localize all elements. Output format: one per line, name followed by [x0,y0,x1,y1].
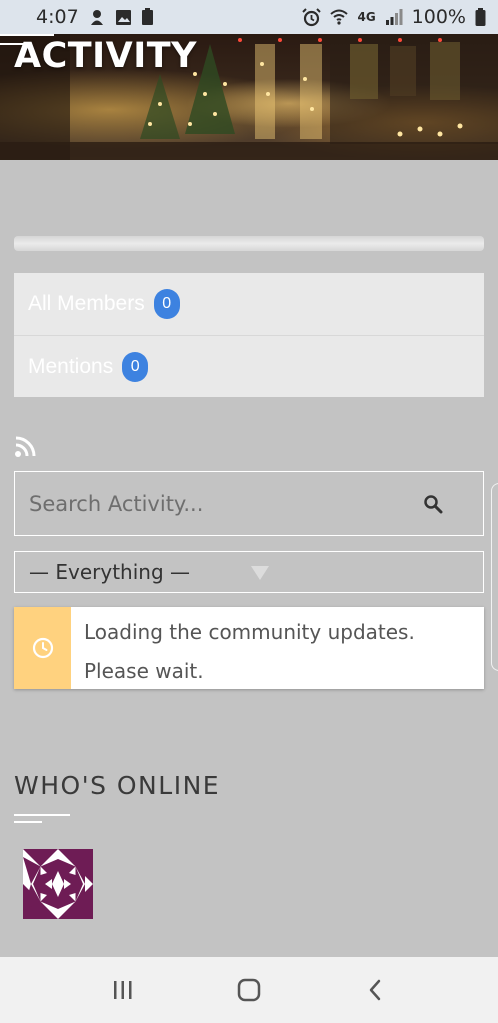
tab-label: Mentions [28,354,114,378]
chevron-down-icon [251,566,269,580]
count-badge: 0 [153,289,180,319]
filter-selected-value: — Everything — [29,560,190,584]
search-box [14,471,484,536]
title-underline [0,34,54,45]
status-left: 4:07 [36,6,154,28]
clock-icon [32,637,53,659]
avatar[interactable] [23,849,93,919]
notice-accent [14,607,71,689]
scrollbar-handle[interactable] [491,483,498,671]
notice-line-1: Loading the community updates. [84,620,415,644]
back-chevron-icon [369,979,381,1001]
status-right: 4G 100% [302,6,486,28]
notification-icon [88,8,106,26]
search-icon [424,494,443,513]
section-underline [14,814,70,823]
wifi-icon [330,8,349,26]
search-input[interactable] [29,491,419,516]
tab-mentions[interactable]: Mentions 0 [14,335,484,397]
battery-percent: 100% [411,6,466,28]
tab-all-members[interactable]: All Members 0 [14,273,484,335]
notice-text: Loading the community updates. Please wa… [71,607,415,689]
search-button[interactable] [419,490,447,518]
back-button[interactable] [345,965,405,1015]
battery-icon [475,8,486,26]
whos-online-title: WHO'S ONLINE [14,771,221,800]
network-type: 4G [357,10,376,24]
image-icon [115,9,132,26]
count-badge: 0 [122,351,149,382]
loading-notice: Loading the community updates. Please wa… [14,607,484,689]
tab-label: All Members [28,292,145,315]
activity-filter-select[interactable]: — Everything — [14,551,484,593]
system-nav-bar [0,957,498,1023]
status-bar: 4:07 4G 100% [0,0,498,34]
recent-apps-button[interactable] [93,965,153,1015]
identicon-avatar-image [23,849,93,919]
home-button[interactable] [219,965,279,1015]
home-icon [237,978,261,1002]
signal-icon [385,9,403,25]
alarm-icon [302,7,322,27]
notice-line-2: Please wait. [84,659,204,683]
hero-banner: ACTIVITY [0,34,498,160]
battery-saver-icon [141,8,154,26]
rss-icon[interactable] [14,436,36,458]
recent-apps-icon [114,981,132,999]
status-time: 4:07 [36,6,79,28]
loading-bar [14,236,484,251]
